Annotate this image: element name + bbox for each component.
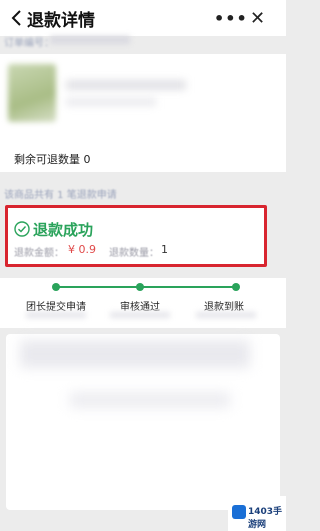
- progress-dot-step-1: [52, 283, 60, 291]
- refund-detail-redacted-1: [20, 340, 250, 368]
- progress-step-1-label: 团长提交申请: [26, 302, 86, 313]
- progress-dot-step-3: [232, 283, 240, 291]
- close-icon[interactable]: ✕: [250, 8, 265, 29]
- remaining-refund-qty: 剩余可退数量 0: [14, 153, 91, 166]
- progress-step-3-time-redacted: [196, 312, 256, 318]
- watermark-text: 1403手游网: [248, 507, 283, 530]
- product-name-redacted: [66, 80, 186, 90]
- order-number-redacted: [50, 36, 130, 44]
- order-number-label: 订单编号：: [4, 38, 54, 49]
- refund-detail-redacted-2: [70, 392, 230, 408]
- page-title: 退款详情: [27, 11, 95, 31]
- progress-line: [56, 286, 236, 288]
- product-card: 剩余可退数量 0: [0, 54, 286, 172]
- progress-step-2-time-redacted: [110, 312, 170, 318]
- product-spec-redacted: [66, 98, 156, 106]
- product-thumbnail[interactable]: [8, 64, 56, 122]
- progress-step-2-label: 审核通过: [120, 302, 160, 313]
- progress-step-1-time-redacted: [26, 312, 86, 318]
- top-bar: 退款详情 ••• ✕: [0, 0, 286, 36]
- refund-application-note: 该商品共有 1 笔退款申请: [4, 190, 117, 201]
- status-highlight-box: [5, 205, 267, 267]
- chevron-left-icon[interactable]: [10, 10, 22, 26]
- more-dots-icon[interactable]: •••: [214, 9, 248, 28]
- progress-dot-step-2: [136, 283, 144, 291]
- progress-step-3-label: 退款到账: [204, 302, 244, 313]
- watermark-logo-icon: [232, 505, 246, 519]
